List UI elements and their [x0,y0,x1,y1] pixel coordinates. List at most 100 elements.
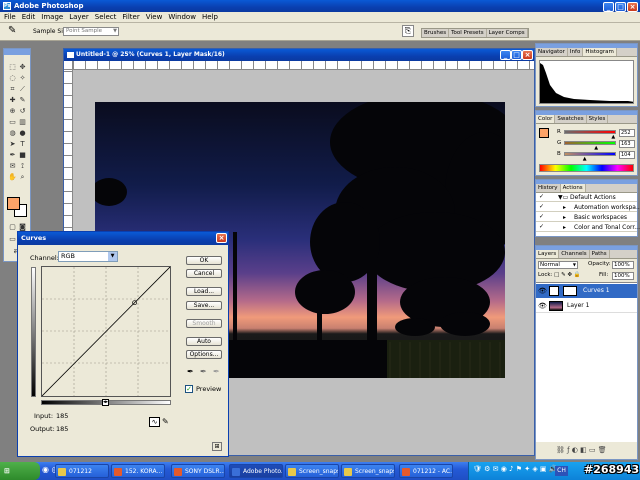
screen-mode-icon[interactable]: ▭ [8,235,17,244]
move-tool-icon[interactable]: ✥ [18,63,27,72]
quick-mask-icon[interactable]: ▢ [8,223,17,232]
preview-checkbox[interactable]: ✓ [185,385,193,393]
palette-well-icon[interactable]: ⎘ [402,25,414,37]
layer-mask-thumbnail[interactable] [563,286,577,296]
document-minimize-button[interactable]: _ [500,50,511,60]
menu-filter[interactable]: Filter [119,12,142,22]
action-item[interactable]: ✓ ▼▭ Default Actions [536,193,637,202]
eyedropper-tool-icon[interactable]: ✎ [8,25,16,37]
crop-tool-icon[interactable]: ⌗ [8,85,17,94]
taskbar-button[interactable]: SONY DSLR... [171,464,225,478]
resize-dialog-icon[interactable]: ⊞ [212,442,222,451]
tab-layers[interactable]: Layers [536,250,560,258]
taskbar-button[interactable]: 071212 - AC... [399,464,453,478]
healing-tool-icon[interactable]: ✚ [8,96,17,105]
ok-button[interactable]: OK [186,256,222,265]
shape-tool-icon[interactable]: ■ [18,151,27,160]
color-channel-slider[interactable] [564,152,616,156]
auto-button[interactable]: Auto [186,337,222,346]
tab-swatches[interactable]: Swatches [555,115,587,123]
blend-mode-select[interactable]: Normal ▼ [538,261,578,269]
layer-row-layer1[interactable]: 👁 Layer 1 [536,299,637,313]
taskbar-button[interactable]: Screen_snaps... [285,464,339,478]
eyedropper-tool-icon[interactable]: ⟟ [18,162,27,171]
layer-row-curves[interactable]: 👁 Curves 1 [536,284,637,298]
pencil-tool-icon[interactable]: ✎ [162,417,169,426]
magic-wand-tool-icon[interactable]: ✧ [18,74,27,83]
color-ramp[interactable] [539,164,634,172]
action-item[interactable]: ✓ ▸ Automation workspa... [536,203,640,212]
cancel-button[interactable]: Cancel [186,269,222,278]
notes-tool-icon[interactable]: ✉ [8,162,17,171]
ruler-origin[interactable] [64,61,73,70]
slider-thumb-icon[interactable]: ▲ [583,156,587,162]
maximize-button[interactable]: □ [615,2,626,12]
color-channel-value[interactable]: 252 [619,129,635,137]
tab-tool-presets[interactable]: Tool Presets [449,29,487,37]
minimize-button[interactable]: _ [603,2,614,12]
opacity-input[interactable]: 100% [612,261,634,269]
eye-icon[interactable]: 👁 [538,299,547,313]
color-channel-value[interactable]: 163 [619,140,635,148]
color-channel-value[interactable]: 104 [619,151,635,159]
taskbar-button[interactable]: Screen_snaps... [341,464,395,478]
menu-file[interactable]: File [1,12,19,22]
eraser-tool-icon[interactable]: ▭ [8,118,17,127]
history-brush-tool-icon[interactable]: ↺ [18,107,27,116]
document-maximize-button[interactable]: □ [511,50,522,60]
check-icon[interactable]: ✓ [539,214,545,220]
check-icon[interactable]: ✓ [539,204,545,210]
black-eyedropper-icon[interactable]: ✒ [187,367,194,376]
stamp-tool-icon[interactable]: ⊕ [8,107,17,116]
menu-edit[interactable]: Edit [19,12,39,22]
slider-thumb-icon[interactable]: ▲ [594,145,598,151]
sample-size-select[interactable]: Point Sample ▼ [63,27,119,36]
color-foreground-swatch[interactable] [539,128,549,138]
check-icon[interactable]: ✓ [539,224,545,230]
save-button[interactable]: Save... [186,301,222,310]
taskbar-button[interactable]: 152. KORA... [111,464,165,478]
options-button[interactable]: Options... [186,350,222,359]
marquee-tool-icon[interactable]: ⬚ [8,63,17,72]
smooth-button[interactable]: Smooth [186,319,222,328]
close-button[interactable]: × [627,2,638,12]
language-indicator[interactable]: CH [555,466,568,476]
menu-image[interactable]: Image [38,12,66,22]
slice-tool-icon[interactable]: ⟋ [18,85,27,94]
tab-actions[interactable]: Actions [560,184,586,192]
gradient-tool-icon[interactable]: ▥ [18,118,27,127]
document-close-button[interactable]: × [522,50,533,60]
type-tool-icon[interactable]: T [18,140,27,149]
brush-tool-icon[interactable]: ✎ [18,96,27,105]
menu-select[interactable]: Select [92,12,120,22]
color-channel-slider[interactable] [564,130,616,134]
taskbar-button[interactable]: Adobe Photo... [229,464,283,478]
tab-histogram[interactable]: Histogram [583,48,617,56]
path-select-tool-icon[interactable]: ➤ [8,140,17,149]
channel-select[interactable]: RGB ▼ [58,251,118,262]
tab-styles[interactable]: Styles [587,115,609,123]
start-button[interactable]: ⊞ [0,462,40,480]
slider-thumb-icon[interactable]: ▲ [611,134,615,140]
action-item[interactable]: ✓ ▸ Color and Tonal Corr... [536,223,640,232]
color-channel-slider[interactable] [564,141,616,145]
tab-layer-comps[interactable]: Layer Comps [487,29,528,37]
gray-eyedropper-icon[interactable]: ✒ [200,367,207,376]
menu-view[interactable]: View [143,12,166,22]
curve-tool-icon[interactable]: ∿ [149,417,160,427]
pen-tool-icon[interactable]: ✒ [8,151,17,160]
hand-tool-icon[interactable]: ✋ [8,173,17,182]
tray-icons[interactable]: 🛡 ⚙ ✉ ◉ ♪ ⚑ ✦ ◈ ▣ 🔊 [473,465,557,473]
fill-input[interactable]: 100% [612,272,634,280]
blur-tool-icon[interactable]: ◍ [8,129,17,138]
tab-channels[interactable]: Channels [559,250,590,258]
tab-history[interactable]: History [536,184,561,192]
foreground-color-swatch[interactable] [7,197,20,210]
eye-icon[interactable]: 👁 [538,284,547,298]
tab-brushes[interactable]: Brushes [422,29,450,37]
taskbar-button[interactable]: 071212 [55,464,109,478]
menu-window[interactable]: Window [165,12,199,22]
tab-color[interactable]: Color [536,115,556,123]
white-eyedropper-icon[interactable]: ✒ [213,367,220,376]
menu-help[interactable]: Help [199,12,221,22]
